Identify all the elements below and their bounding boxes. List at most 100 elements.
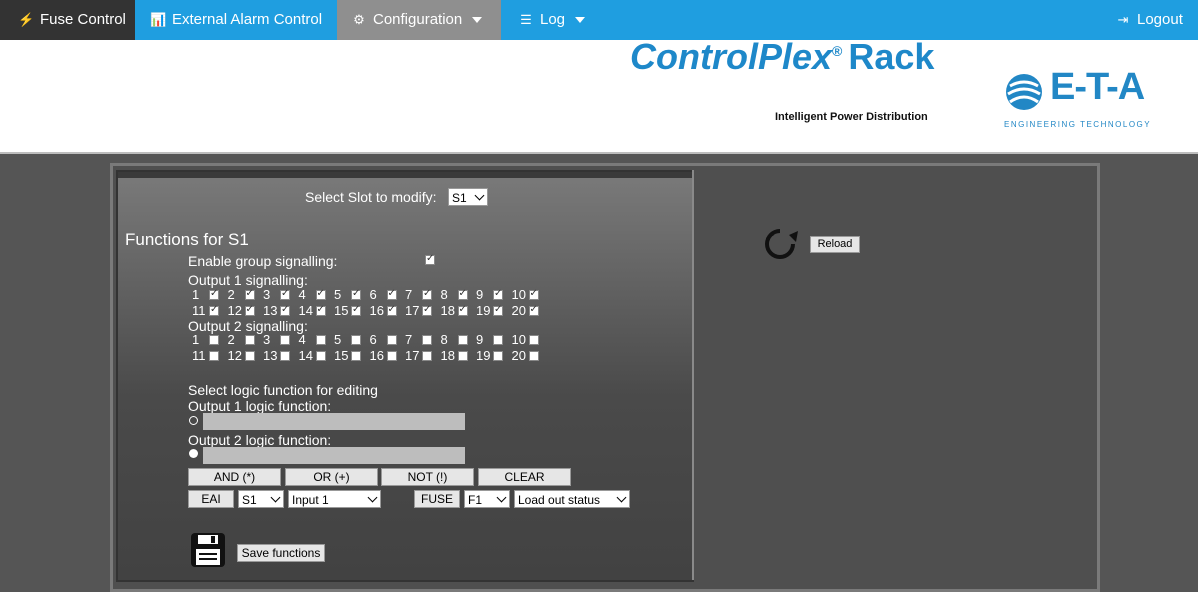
- signal-number: 2: [227, 332, 235, 347]
- enable-group-checkbox[interactable]: [425, 253, 435, 265]
- clear-button[interactable]: CLEAR: [478, 468, 571, 486]
- signal-checkbox[interactable]: [422, 304, 432, 316]
- signal-number: 12: [227, 348, 242, 363]
- signal-number: 15: [334, 348, 349, 363]
- output1-logic-radio[interactable]: [189, 416, 198, 425]
- signal-number: 2: [227, 287, 235, 302]
- nav-fuse-control-label: Fuse Control: [40, 11, 126, 28]
- not-button[interactable]: NOT (!): [381, 468, 474, 486]
- floppy-disk-icon[interactable]: [190, 532, 226, 568]
- signal-checkbox[interactable]: [493, 335, 503, 345]
- signal-number: 11: [192, 303, 206, 318]
- logout-icon: ⇥: [1117, 12, 1129, 27]
- output1-logic-field[interactable]: [203, 413, 465, 430]
- signal-number: 13: [263, 348, 278, 363]
- signal-number: 1: [192, 287, 200, 302]
- signal-checkbox[interactable]: [315, 304, 326, 316]
- signal-number: 16: [369, 303, 384, 318]
- signal-checkbox[interactable]: [351, 351, 361, 361]
- signal-number: 15: [334, 303, 349, 318]
- signal-checkbox[interactable]: [209, 288, 219, 300]
- and-button[interactable]: AND (*): [188, 468, 281, 486]
- signal-checkbox[interactable]: [422, 288, 432, 300]
- signal-number: 17: [405, 348, 420, 363]
- nav-configuration[interactable]: ⚙ Configuration: [337, 0, 501, 40]
- signal-checkbox[interactable]: [280, 335, 290, 345]
- bar-chart-icon: 📊: [150, 12, 167, 27]
- signal-checkbox[interactable]: [351, 304, 361, 316]
- output1-signalling-label: Output 1 signalling:: [188, 272, 308, 288]
- signal-checkbox[interactable]: [528, 288, 539, 300]
- signal-checkbox[interactable]: [280, 351, 290, 361]
- signal-number: 6: [369, 332, 377, 347]
- signal-checkbox[interactable]: [493, 351, 503, 361]
- signal-checkbox[interactable]: [209, 351, 219, 361]
- save-functions-button[interactable]: Save functions: [237, 544, 325, 562]
- signal-number: 19: [476, 348, 491, 363]
- or-button[interactable]: OR (+): [285, 468, 378, 486]
- signal-checkbox[interactable]: [244, 351, 255, 361]
- reload-button[interactable]: Reload: [810, 236, 860, 253]
- eai-slot-select[interactable]: S1: [238, 490, 284, 508]
- signal-checkbox[interactable]: [528, 335, 539, 345]
- signal-checkbox[interactable]: [528, 351, 539, 361]
- controlplex-logo: ControlPlex® Rack: [630, 36, 935, 77]
- enable-group-label: Enable group signalling:: [188, 253, 338, 269]
- signal-number: 20: [511, 348, 526, 363]
- nav-fuse-control[interactable]: ⚡ Fuse Control: [0, 0, 135, 40]
- signal-checkbox[interactable]: [493, 288, 503, 300]
- signal-number: 11: [192, 348, 206, 363]
- top-navbar: ⚡ Fuse Control 📊 External Alarm Control ⚙ C…: [0, 0, 1198, 40]
- eta-globe-icon: [1006, 74, 1042, 110]
- output2-logic-label: Output 2 logic function:: [188, 432, 332, 448]
- signal-checkbox[interactable]: [315, 335, 326, 345]
- signal-checkbox[interactable]: [244, 335, 255, 345]
- signal-checkbox[interactable]: [457, 304, 468, 316]
- signal-number: 7: [405, 287, 413, 302]
- fuse-slot-select[interactable]: F1: [464, 490, 510, 508]
- slot-select[interactable]: S1: [448, 188, 488, 206]
- signal-checkbox[interactable]: [244, 304, 255, 316]
- signal-checkbox[interactable]: [386, 351, 397, 361]
- signal-number: 10: [511, 287, 526, 302]
- fuse-status-select[interactable]: Load out status: [514, 490, 630, 508]
- signal-checkbox[interactable]: [209, 335, 219, 345]
- signal-checkbox[interactable]: [280, 288, 290, 300]
- reload-icon[interactable]: [763, 227, 799, 261]
- nav-logout-label: Logout: [1137, 11, 1183, 28]
- eai-input-select[interactable]: Input 1: [288, 490, 381, 508]
- signal-checkbox[interactable]: [315, 288, 326, 300]
- signal-number: 13: [263, 303, 278, 318]
- chevron-down-icon: [575, 17, 586, 24]
- signal-checkbox[interactable]: [457, 335, 468, 345]
- output2-logic-field[interactable]: [203, 447, 465, 464]
- signal-checkbox[interactable]: [422, 335, 432, 345]
- nav-log[interactable]: ☰ Log: [518, 0, 586, 40]
- eta-subtitle: ENGINEERING TECHNOLOGY: [1004, 120, 1152, 129]
- signal-checkbox[interactable]: [315, 351, 326, 361]
- signal-checkbox[interactable]: [457, 351, 468, 361]
- signal-checkbox[interactable]: [386, 335, 397, 345]
- output2-logic-radio[interactable]: [189, 449, 198, 458]
- signal-number: 14: [298, 348, 313, 363]
- signal-number: 1: [192, 332, 200, 347]
- signal-checkbox[interactable]: [351, 335, 361, 345]
- signal-checkbox[interactable]: [528, 304, 539, 316]
- output1-logic-label: Output 1 logic function:: [188, 398, 332, 414]
- signal-checkbox[interactable]: [493, 304, 503, 316]
- signal-number: 8: [440, 332, 448, 347]
- signal-checkbox[interactable]: [209, 304, 219, 316]
- nav-external-alarm[interactable]: 📊 External Alarm Control: [150, 0, 322, 40]
- eai-button[interactable]: EAI: [188, 490, 234, 508]
- signal-checkbox[interactable]: [244, 288, 255, 300]
- signal-number: 12: [227, 303, 242, 318]
- signal-checkbox[interactable]: [422, 351, 432, 361]
- signal-checkbox[interactable]: [351, 288, 361, 300]
- nav-logout[interactable]: ⇥ Logout: [1115, 0, 1183, 40]
- signal-checkbox[interactable]: [386, 304, 397, 316]
- signal-number: 10: [511, 332, 526, 347]
- signal-checkbox[interactable]: [280, 304, 290, 316]
- signal-checkbox[interactable]: [457, 288, 468, 300]
- fuse-button[interactable]: FUSE: [414, 490, 460, 508]
- signal-checkbox[interactable]: [386, 288, 397, 300]
